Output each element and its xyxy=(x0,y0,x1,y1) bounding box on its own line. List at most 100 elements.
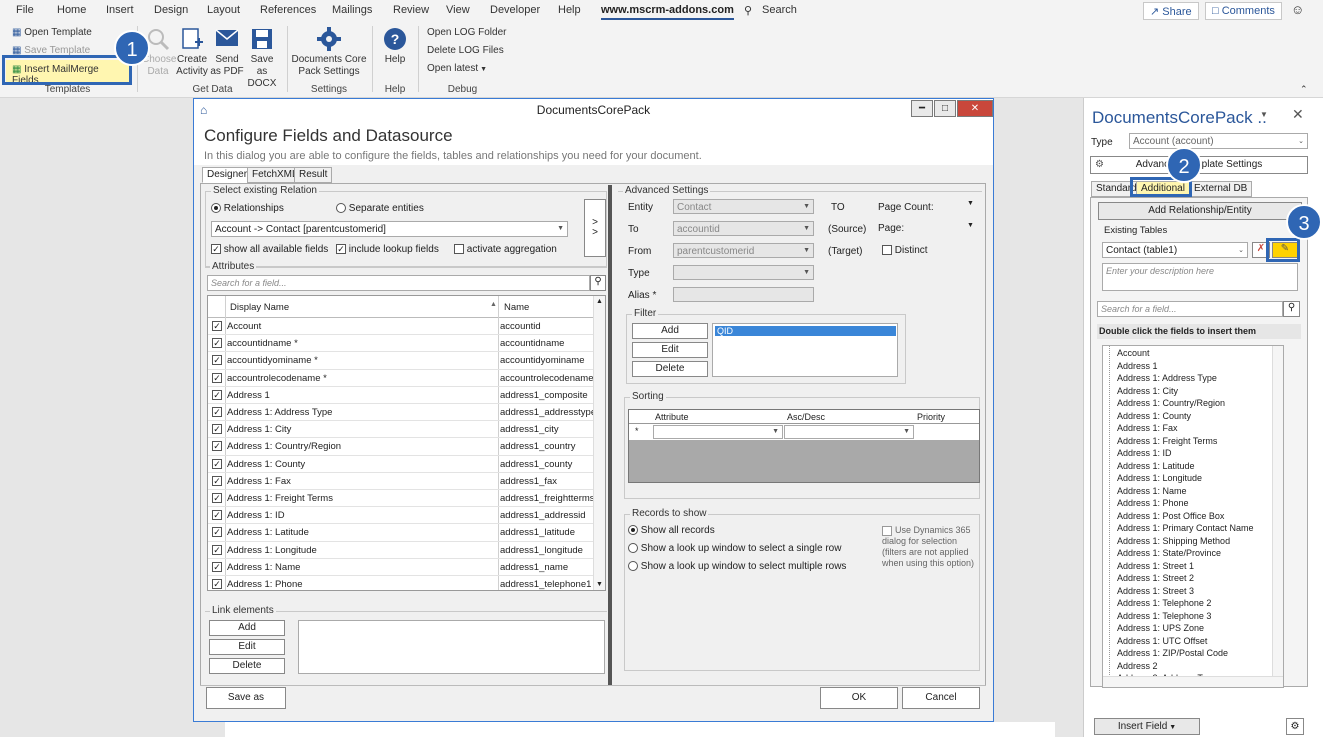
table-row[interactable]: ✓ Address 1: Name address1_name xyxy=(208,559,593,576)
list-item[interactable]: Address 1: Street 3 xyxy=(1117,586,1194,596)
tree-hscrollbar[interactable] xyxy=(1103,676,1283,687)
save-docx-button[interactable]: Save as DOCX xyxy=(245,26,279,90)
gear-icon[interactable]: ⚙ xyxy=(1286,718,1304,735)
table-row[interactable]: ✓ Address 1: Fax address1_fax xyxy=(208,473,593,490)
show-all-fields-checkbox[interactable]: ✓ show all available fields xyxy=(211,244,328,255)
menu-developer[interactable]: Developer xyxy=(490,4,540,16)
show-all-records-radio[interactable]: Show all records xyxy=(628,525,715,536)
list-item[interactable]: Address 1: Primary Contact Name xyxy=(1117,523,1254,533)
list-item[interactable]: Address 1: Telephone 3 xyxy=(1117,611,1211,621)
collapse-ribbon-icon[interactable]: ⌃ xyxy=(1300,84,1308,95)
row-checkbox[interactable]: ✓ xyxy=(212,527,222,538)
row-checkbox[interactable]: ✓ xyxy=(212,407,222,417)
dcp-settings-button[interactable]: Documents Core Pack Settings xyxy=(290,26,368,78)
table-row[interactable]: ✓ Address 1: County address1_county xyxy=(208,456,593,473)
create-activity-button[interactable]: Create Activity xyxy=(174,26,210,78)
search-icon[interactable]: ⚲ xyxy=(744,4,752,17)
table-row[interactable]: ✓ Account accountid xyxy=(208,318,593,336)
list-item[interactable]: Address 2 xyxy=(1117,661,1158,671)
row-checkbox[interactable]: ✓ xyxy=(212,561,222,572)
show-multi-rows-radio[interactable]: Show a look up window to select multiple… xyxy=(628,561,846,572)
tree-scrollbar[interactable] xyxy=(1272,346,1283,676)
menu-home[interactable]: Home xyxy=(57,4,86,16)
link-elements-list[interactable] xyxy=(298,620,605,674)
row-checkbox[interactable]: ✓ xyxy=(212,321,222,331)
entity-select[interactable]: Contact ▼ xyxy=(673,199,814,214)
table-row[interactable]: ✓ accountidyominame * accountidyominame xyxy=(208,352,593,370)
type-select[interactable]: ▼ xyxy=(673,265,814,280)
page-count-dropdown[interactable]: ▼ xyxy=(967,200,974,207)
row-checkbox[interactable]: ✓ xyxy=(212,372,222,383)
scroll-up-icon[interactable]: ▲ xyxy=(596,298,603,305)
list-item[interactable]: Address 1: Telephone 2 xyxy=(1117,598,1211,608)
list-item[interactable]: Address 1: ZIP/Postal Code xyxy=(1117,648,1228,658)
close-button[interactable]: ✕ xyxy=(957,100,993,117)
list-item[interactable]: Address 1: Shipping Method xyxy=(1117,536,1230,546)
list-item[interactable]: Address 1: Fax xyxy=(1117,423,1178,433)
list-item[interactable]: Address 1: Longitude xyxy=(1117,473,1202,483)
list-item[interactable]: Address 1: Address Type xyxy=(1117,373,1217,383)
pane-close-icon[interactable]: ✕ xyxy=(1292,106,1304,123)
list-item[interactable]: Address 1: Phone xyxy=(1117,498,1189,508)
attribute-search-input[interactable]: Search for a field... xyxy=(207,275,590,291)
table-row[interactable]: ✓ accountrolecodename * accountrolecodenam… xyxy=(208,370,593,387)
menu-help[interactable]: Help xyxy=(558,4,581,16)
open-template-button[interactable]: ▦ Open Template xyxy=(12,27,92,38)
table-row[interactable]: ✓ Address 1: Country/Region address1_count… xyxy=(208,438,593,456)
table-row[interactable]: ✓ Address 1: Address Type address1_address… xyxy=(208,404,593,422)
description-input[interactable]: Enter your description here xyxy=(1102,263,1298,291)
insert-field-button[interactable]: Insert Field ▼ xyxy=(1094,718,1200,735)
pane-search-input[interactable]: Search for a field... xyxy=(1097,301,1283,317)
list-item[interactable]: Address 1: ID xyxy=(1117,448,1172,458)
link-add-button[interactable]: Add xyxy=(209,620,285,636)
list-item[interactable]: Address 1: Name xyxy=(1117,486,1187,496)
list-item[interactable]: Address 1 xyxy=(1117,361,1158,371)
table-row[interactable]: ✓ Address 1: Latitude address1_latitude xyxy=(208,524,593,542)
existing-tables-select[interactable]: Contact (table1) ⌄ xyxy=(1102,242,1248,258)
filter-edit-button[interactable]: Edit xyxy=(632,342,708,358)
list-item[interactable]: Address 1: Street 1 xyxy=(1117,561,1194,571)
scroll-down-icon[interactable]: ▼ xyxy=(596,581,603,588)
list-item[interactable]: Address 1: Post Office Box xyxy=(1117,511,1224,521)
filter-add-button[interactable]: Add xyxy=(632,323,708,339)
row-checkbox[interactable]: ✓ xyxy=(212,475,222,486)
table-row[interactable]: ✓ Address 1: City address1_city xyxy=(208,421,593,439)
tab-designer[interactable]: Designer xyxy=(202,167,253,183)
row-checkbox[interactable]: ✓ xyxy=(212,544,222,555)
maximize-button[interactable]: □ xyxy=(934,100,956,117)
add-relationship-button[interactable]: Add Relationship/Entity xyxy=(1098,202,1302,220)
menu-file[interactable]: File xyxy=(16,4,34,16)
row-checkbox[interactable]: ✓ xyxy=(212,389,222,400)
expand-relation-button[interactable]: > > xyxy=(584,199,606,257)
menu-mscrm-addons[interactable]: www.mscrm-addons.com xyxy=(601,4,734,20)
delete-log-button[interactable]: Delete LOG Files xyxy=(427,45,504,56)
table-row[interactable]: ✓ Address 1: ID address1_addressid xyxy=(208,507,593,525)
filter-list[interactable]: QID xyxy=(712,323,898,377)
list-item[interactable]: Address 1: Latitude xyxy=(1117,461,1195,471)
menu-review[interactable]: Review xyxy=(393,4,429,16)
distinct-checkbox[interactable]: Distinct xyxy=(882,245,928,256)
list-item[interactable]: Address 1: City xyxy=(1117,386,1178,396)
filter-item[interactable]: QID xyxy=(715,326,896,336)
row-checkbox[interactable]: ✓ xyxy=(212,493,222,503)
row-checkbox[interactable]: ✓ xyxy=(212,579,222,589)
grid-scrollbar[interactable]: ▲ ▼ xyxy=(593,296,605,590)
col-display-name[interactable]: Display Name xyxy=(230,302,289,313)
table-row[interactable]: ✓ accountidname * accountidname xyxy=(208,335,593,353)
col-name[interactable]: Name xyxy=(504,302,529,313)
row-checkbox[interactable]: ✓ xyxy=(212,338,222,349)
pane-menu-icon[interactable]: ▼ xyxy=(1260,110,1268,119)
search-icon[interactable]: ⚲ xyxy=(1283,301,1300,317)
list-item[interactable]: Address 1: Freight Terms xyxy=(1117,436,1217,446)
row-checkbox[interactable]: ✓ xyxy=(212,441,222,452)
ok-button[interactable]: OK xyxy=(820,687,898,709)
save-as-button[interactable]: Save as xyxy=(206,687,286,709)
page-dropdown[interactable]: ▼ xyxy=(967,222,974,229)
row-checkbox[interactable]: ✓ xyxy=(212,510,222,521)
row-checkbox[interactable]: ✓ xyxy=(212,458,222,469)
list-item[interactable]: Address 1: UPS Zone xyxy=(1117,623,1204,633)
separate-entities-radio[interactable]: Separate entities xyxy=(336,203,424,214)
send-pdf-button[interactable]: Send as PDF xyxy=(210,26,244,78)
share-button[interactable]: ↗ Share xyxy=(1143,2,1199,20)
include-lookup-checkbox[interactable]: ✓ include lookup fields xyxy=(336,244,439,255)
